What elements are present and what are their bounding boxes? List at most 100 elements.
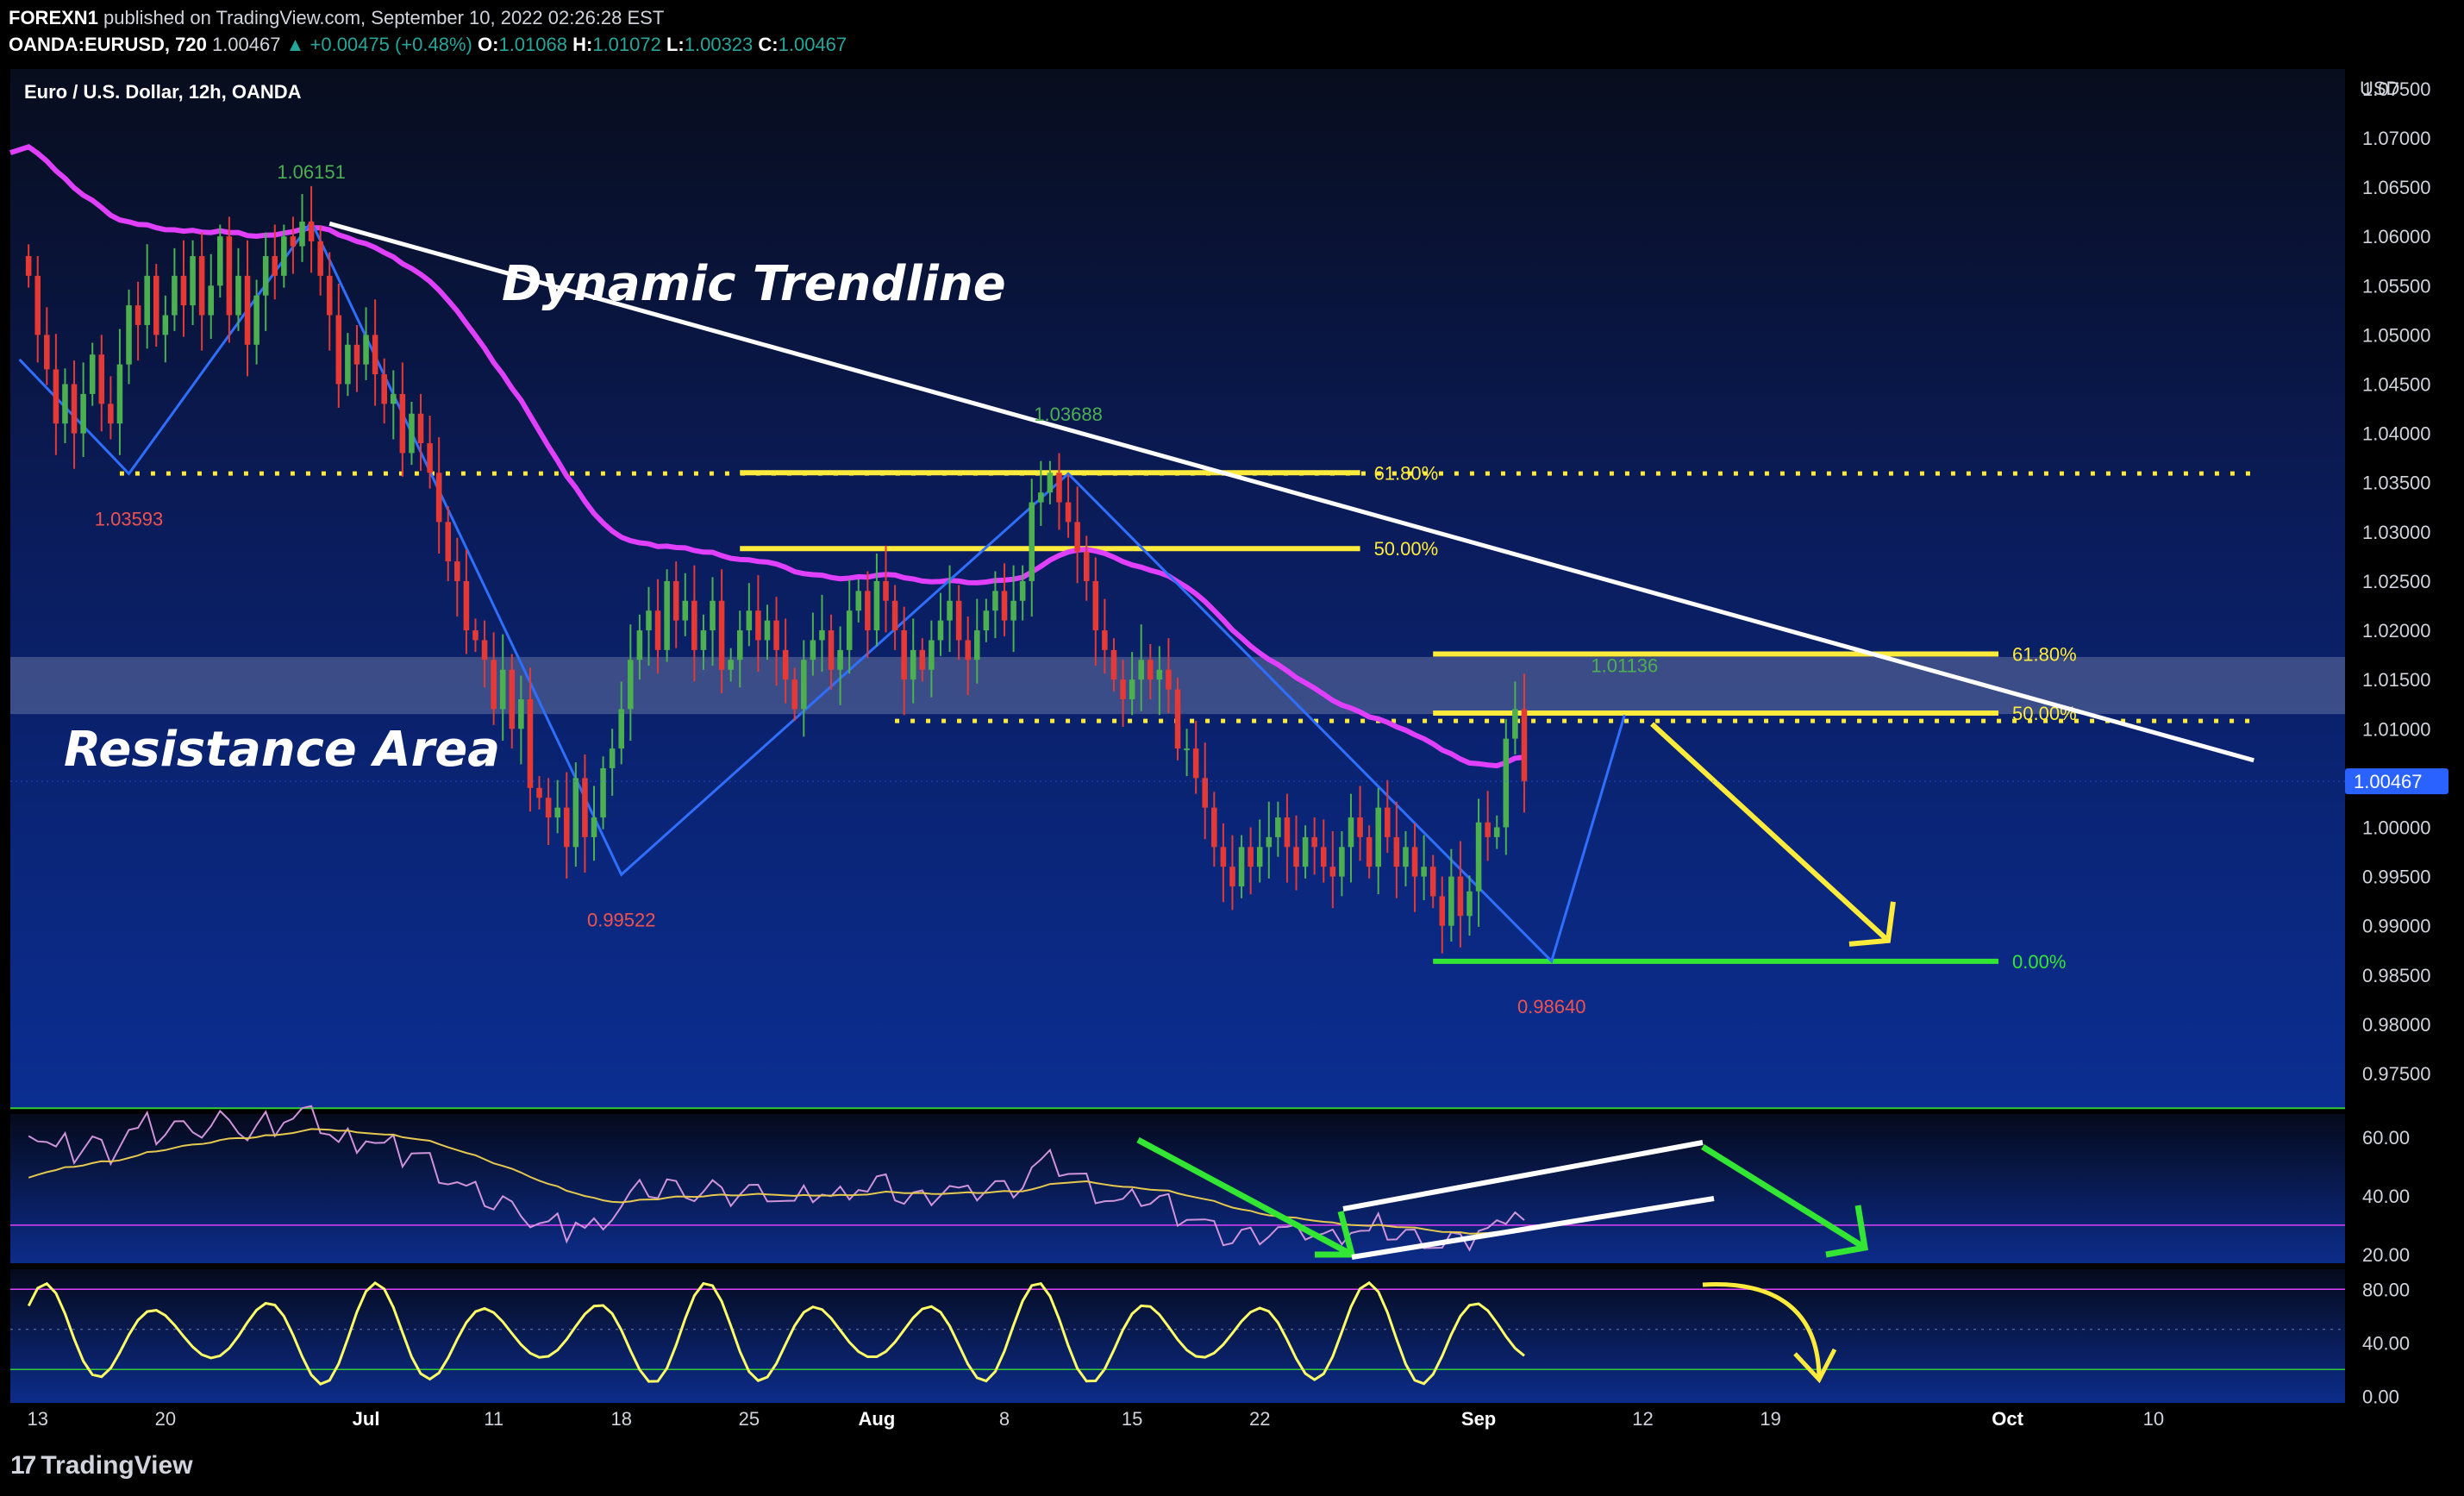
stoch-y-tick-label: 40.00 bbox=[2362, 1332, 2410, 1354]
candle-body bbox=[1311, 836, 1317, 848]
candle-body bbox=[1074, 522, 1080, 552]
candle-body bbox=[1248, 847, 1254, 867]
candle-body bbox=[409, 413, 415, 454]
y-tick-label: 0.99500 bbox=[2362, 867, 2431, 888]
candle-body bbox=[217, 236, 223, 286]
candle-body bbox=[1275, 817, 1281, 837]
candle-body bbox=[509, 669, 516, 729]
candle-body bbox=[1403, 847, 1409, 867]
y-tick-label: 1.03000 bbox=[2362, 522, 2431, 543]
candle-body bbox=[190, 256, 196, 306]
y-tick-label: 1.01500 bbox=[2362, 669, 2431, 691]
candle-body bbox=[1047, 473, 1054, 493]
x-tick-label: 18 bbox=[610, 1408, 631, 1430]
rsi-y-tick-label: 20.00 bbox=[2362, 1244, 2410, 1266]
candle-body bbox=[44, 335, 50, 370]
candle-body bbox=[1110, 649, 1117, 680]
candle-body bbox=[883, 580, 889, 601]
candle-body bbox=[1375, 807, 1381, 867]
candle-body bbox=[391, 393, 397, 404]
candle-body bbox=[454, 561, 460, 581]
y-tick-label: 1.03500 bbox=[2362, 473, 2431, 494]
rsi-y-tick-label: 40.00 bbox=[2362, 1186, 2410, 1207]
candle-body bbox=[272, 256, 278, 276]
candle-body bbox=[636, 630, 643, 660]
candle-body bbox=[34, 275, 41, 335]
candle-body bbox=[491, 660, 497, 710]
candle-body bbox=[180, 275, 187, 306]
candle-body bbox=[1393, 836, 1400, 867]
y-tick-label: 1.00000 bbox=[2362, 817, 2431, 838]
y-unit-label: USD bbox=[2360, 78, 2399, 99]
x-tick-label: 20 bbox=[155, 1408, 176, 1430]
pivot-label-5: 0.98640 bbox=[1517, 996, 1586, 1017]
dynamic-trendline-label: Dynamic Trendline bbox=[502, 256, 1006, 312]
candle-body bbox=[1147, 660, 1154, 680]
candle-body bbox=[618, 709, 625, 749]
candle-body bbox=[126, 305, 132, 365]
candle-body bbox=[317, 241, 323, 276]
pivot-label-0: 1.06151 bbox=[277, 161, 346, 183]
candle-body bbox=[955, 600, 962, 641]
candle-body bbox=[381, 374, 387, 404]
candle-body bbox=[80, 393, 86, 434]
candle-body bbox=[1411, 847, 1418, 877]
candle-body bbox=[253, 295, 260, 345]
candle-body bbox=[773, 620, 779, 650]
candle-body bbox=[582, 778, 588, 837]
y-tick-label: 1.07000 bbox=[2362, 128, 2431, 149]
candle-body bbox=[837, 649, 843, 670]
candle-body bbox=[755, 610, 761, 641]
candle-body bbox=[600, 767, 606, 818]
candle-body bbox=[1348, 817, 1354, 848]
candle-body bbox=[1129, 679, 1135, 699]
candle-body bbox=[965, 640, 971, 660]
candle-body bbox=[1056, 473, 1062, 503]
x-tick-label: 10 bbox=[2143, 1408, 2164, 1430]
y-tick-label: 0.98500 bbox=[2362, 965, 2431, 986]
candle-body bbox=[1001, 591, 1008, 621]
candle-body bbox=[672, 580, 679, 621]
candle-body bbox=[308, 222, 315, 241]
candle-body bbox=[1184, 748, 1190, 751]
candle-body bbox=[435, 473, 442, 523]
tradingview-brand[interactable]: 17 TradingView bbox=[10, 1451, 193, 1480]
y-tick-label: 1.01000 bbox=[2362, 718, 2431, 740]
candle-body bbox=[1174, 689, 1181, 749]
candle-body bbox=[563, 807, 570, 848]
candle-body bbox=[700, 630, 707, 650]
x-tick-label: 15 bbox=[1122, 1408, 1142, 1430]
candle-body bbox=[1192, 748, 1199, 779]
x-tick-label: 11 bbox=[484, 1408, 503, 1430]
candle-body bbox=[1429, 867, 1436, 897]
candle-body bbox=[518, 698, 524, 729]
candle-body bbox=[791, 679, 797, 710]
y-tick-label: 0.99000 bbox=[2362, 916, 2431, 937]
candle-body bbox=[281, 236, 287, 276]
candle-body bbox=[554, 807, 560, 818]
brand-name: TradingView bbox=[41, 1451, 193, 1480]
candle-body bbox=[445, 522, 452, 562]
candle-body bbox=[873, 580, 880, 631]
candle-body bbox=[646, 610, 652, 631]
candle-body bbox=[910, 649, 916, 680]
candle-body bbox=[819, 630, 825, 641]
candle-body bbox=[919, 649, 926, 670]
x-tick-label: Sep bbox=[1461, 1408, 1496, 1430]
y-tick-label: 1.06000 bbox=[2362, 226, 2431, 247]
candle-body bbox=[1092, 580, 1099, 631]
main-panel-bg bbox=[10, 69, 2345, 1108]
candle-body bbox=[937, 620, 944, 641]
candle-body bbox=[1357, 817, 1363, 837]
eurusd-chart[interactable]: 61.80% 50.00% 61.80% 50.00% 0.00% 1.06151 1.0… bbox=[0, 0, 2464, 1496]
candle-body bbox=[345, 344, 351, 385]
candle-body bbox=[335, 315, 342, 385]
candle-body bbox=[1385, 807, 1391, 837]
candle-body bbox=[162, 315, 169, 335]
candle-body bbox=[992, 591, 998, 611]
candle-body bbox=[326, 275, 333, 316]
candle-body bbox=[1256, 847, 1263, 867]
candle-body bbox=[1238, 847, 1245, 887]
candle-body bbox=[691, 600, 697, 650]
y-tick-label: 0.97500 bbox=[2362, 1063, 2431, 1085]
